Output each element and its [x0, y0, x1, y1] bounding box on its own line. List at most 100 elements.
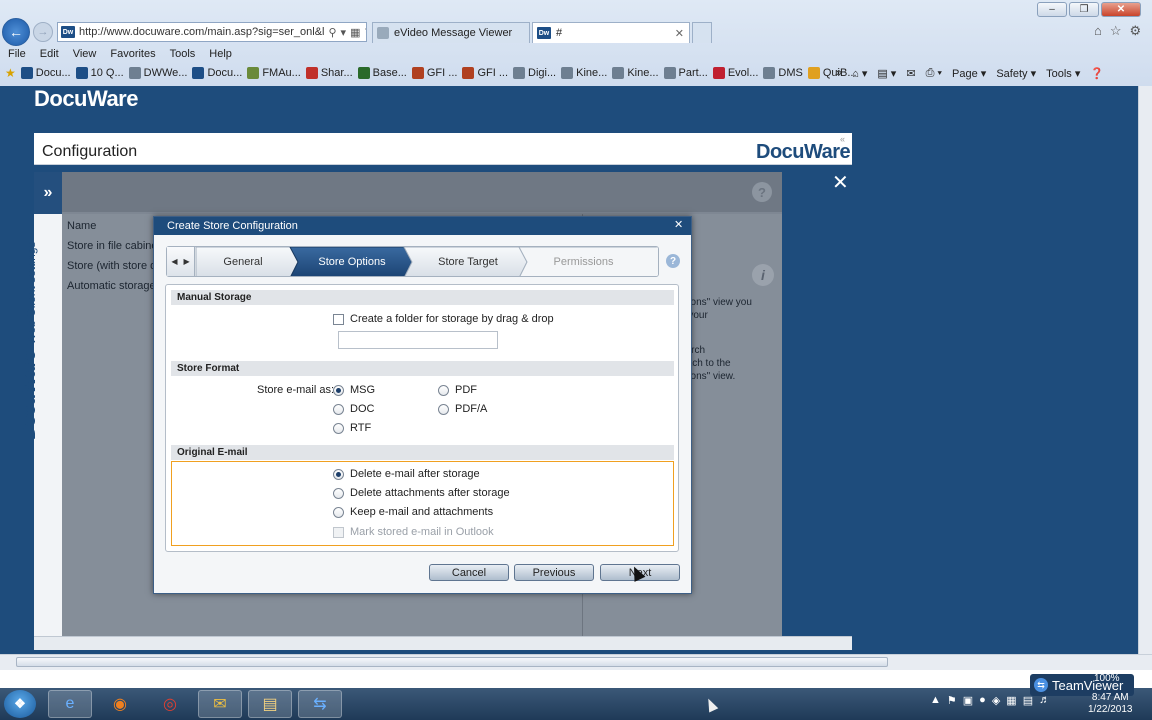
drag-drop-option[interactable]: Create a folder for storage by drag & dr… — [333, 313, 554, 325]
folder-taskbar-icon[interactable]: ▤ — [248, 690, 292, 718]
scroll-thumb[interactable] — [16, 657, 888, 667]
radio-rtf[interactable] — [333, 422, 344, 434]
menu-favorites[interactable]: Favorites — [110, 48, 155, 60]
favorite-item[interactable]: Kine... — [561, 67, 607, 79]
prev-arrow-icon[interactable]: ◀ — [171, 257, 177, 266]
favorite-item[interactable]: Docu... — [20, 67, 71, 79]
cancel-button[interactable]: Cancel — [429, 564, 509, 581]
close-tab-icon[interactable]: ✕ — [675, 27, 689, 40]
new-tab-button[interactable] — [692, 22, 712, 43]
teamviewer-taskbar-icon[interactable]: ⇆ — [298, 690, 342, 718]
tools-menu[interactable]: Tools ▾ — [1046, 67, 1080, 80]
favorite-item[interactable]: Docu... — [192, 67, 242, 79]
collapse-icon[interactable]: « — [840, 134, 845, 144]
format-pdf[interactable]: PDF — [438, 384, 477, 396]
restore-icon[interactable]: ❐ — [1069, 2, 1099, 17]
start-button[interactable]: ❖ — [4, 690, 36, 718]
favorites-star-icon[interactable]: ★ — [5, 66, 16, 80]
favorite-item[interactable]: FMAu... — [247, 67, 301, 79]
minimize-icon[interactable]: – — [1037, 2, 1067, 17]
radio-pdf[interactable] — [438, 384, 449, 396]
previous-button[interactable]: Previous — [514, 564, 594, 581]
tab-store-options[interactable]: Store Options — [296, 247, 408, 276]
tray-icon[interactable]: ▦ — [1006, 694, 1016, 707]
favorite-item[interactable]: Shar... — [305, 67, 353, 79]
search-icon[interactable]: ⚲ — [328, 26, 336, 39]
chevron-right-icon[interactable]: » — [836, 67, 842, 79]
ie-taskbar-icon[interactable]: e — [48, 690, 92, 718]
outlook-taskbar-icon[interactable]: ✉ — [198, 690, 242, 718]
favorite-item[interactable]: Part... — [663, 67, 708, 79]
system-clock[interactable]: 8:47 AM 1/22/2013 — [1088, 692, 1133, 716]
gear-icon[interactable]: ⚙ — [1130, 23, 1142, 39]
next-arrow-icon[interactable]: ▶ — [184, 257, 190, 266]
folder-input[interactable] — [338, 331, 498, 349]
favorite-item[interactable]: GFI ... — [411, 67, 457, 79]
list-item[interactable]: Automatic storage — [67, 280, 156, 292]
radio-doc[interactable] — [333, 403, 344, 415]
tab-store-target[interactable]: Store Target — [410, 247, 526, 276]
forward-button[interactable]: → — [33, 22, 53, 42]
tab-active[interactable]: Dw # ✕ — [532, 22, 690, 43]
tab-general[interactable]: General — [196, 247, 290, 276]
favorite-item[interactable]: DMS — [763, 67, 803, 79]
favorites-star-icon[interactable]: ☆ — [1110, 23, 1122, 39]
radio-delete-email[interactable] — [333, 468, 344, 480]
refresh-icon[interactable]: ↻ — [364, 26, 366, 39]
help-icon[interactable]: ❓ — [1090, 67, 1104, 80]
favorite-item[interactable]: Evol... — [712, 67, 758, 79]
delete-attachments-option[interactable]: Delete attachments after storage — [333, 487, 510, 499]
keep-email-option[interactable]: Keep e-mail and attachments — [333, 506, 493, 518]
favorite-item[interactable]: 10 Q... — [75, 67, 124, 79]
address-bar[interactable]: Dw http://www.docuware.com/main.asp?sig=… — [57, 22, 367, 42]
favorite-item[interactable]: Kine... — [612, 67, 659, 79]
mail-icon[interactable]: ✉ — [906, 67, 915, 80]
page-menu[interactable]: Page ▾ — [952, 67, 986, 80]
menu-view[interactable]: View — [73, 48, 97, 60]
favorite-item[interactable]: DWWe... — [128, 67, 187, 79]
tray-icon[interactable]: ● — [979, 694, 986, 707]
list-item[interactable]: Store (with store d — [67, 260, 156, 272]
favorite-item[interactable]: Base... — [357, 67, 407, 79]
list-item[interactable]: Store in file cabinet — [67, 240, 161, 252]
vertical-scrollbar[interactable] — [1138, 86, 1152, 654]
close-icon[interactable]: ✕ — [674, 218, 683, 231]
flag-icon[interactable]: ⚑ — [947, 694, 957, 707]
compat-icon[interactable]: ▦ — [350, 26, 360, 39]
drag-drop-checkbox[interactable] — [333, 313, 344, 325]
back-button[interactable]: ← — [2, 18, 30, 46]
favorite-item[interactable]: GFI ... — [462, 67, 508, 79]
radio-delete-attachments[interactable] — [333, 487, 344, 499]
firefox-taskbar-icon[interactable]: ◉ — [98, 690, 142, 718]
rss-icon[interactable]: ▤ ▾ — [877, 67, 896, 80]
format-pdfa[interactable]: PDF/A — [438, 403, 487, 415]
radio-pdfa[interactable] — [438, 403, 449, 415]
tray-icon[interactable]: ◈ — [992, 694, 1000, 707]
tray-arrow-icon[interactable]: ▲ — [930, 694, 941, 707]
format-rtf[interactable]: RTF — [333, 422, 371, 434]
chrome-taskbar-icon[interactable]: ◎ — [148, 690, 192, 718]
format-doc[interactable]: DOC — [333, 403, 374, 415]
favorite-item[interactable]: Digi... — [513, 67, 556, 79]
delete-email-option[interactable]: Delete e-mail after storage — [333, 468, 480, 480]
radio-keep-email[interactable] — [333, 506, 344, 518]
format-msg[interactable]: MSG — [333, 384, 375, 396]
close-window-icon[interactable]: ✕ — [1101, 2, 1141, 17]
close-icon[interactable]: ✕ — [832, 170, 849, 195]
menu-file[interactable]: File — [8, 48, 26, 60]
menu-tools[interactable]: Tools — [170, 48, 196, 60]
home-icon[interactable]: ⌂ — [1094, 23, 1102, 39]
radio-msg[interactable] — [333, 384, 344, 396]
expand-arrows-icon[interactable]: » — [34, 172, 62, 214]
wizard-nav[interactable]: ◀ ▶ — [167, 247, 195, 276]
zoom-level[interactable]: 100% — [1094, 673, 1120, 684]
tray-icon[interactable]: ▣ — [963, 694, 973, 707]
menu-help[interactable]: Help — [209, 48, 232, 60]
tab-evideo[interactable]: eVideo Message Viewer — [372, 22, 530, 43]
safety-menu[interactable]: Safety ▾ — [996, 67, 1036, 80]
home-icon[interactable]: ⌂ ▾ — [852, 67, 867, 80]
help-icon[interactable]: ? — [666, 254, 680, 268]
dropdown-icon[interactable]: ▾ — [341, 26, 347, 39]
print-icon[interactable]: ⎙ ▾ — [926, 67, 942, 80]
menu-edit[interactable]: Edit — [40, 48, 59, 60]
